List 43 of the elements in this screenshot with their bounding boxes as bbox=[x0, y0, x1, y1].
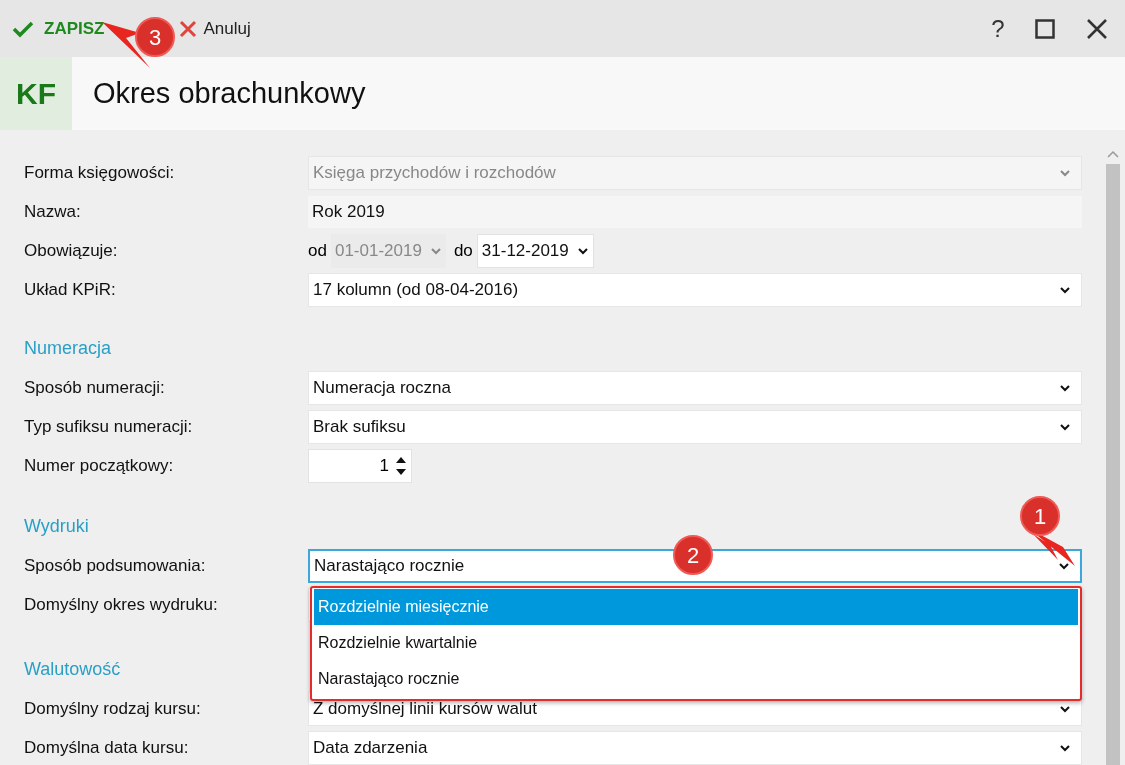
field-label: Sposób podsumowania: bbox=[24, 554, 207, 577]
section-heading: Numeracja bbox=[24, 337, 112, 360]
field-label: Typ sufiksu numeracji: bbox=[24, 415, 194, 438]
field-label: Sposób numeracji: bbox=[24, 376, 166, 399]
help-button[interactable]: ? bbox=[983, 10, 1013, 47]
chevron-down-icon bbox=[1059, 383, 1071, 392]
chevron-down-icon bbox=[429, 246, 442, 255]
range-prefix: od bbox=[308, 239, 327, 262]
close-icon[interactable] bbox=[1087, 18, 1107, 39]
chevron-down-icon bbox=[1059, 422, 1071, 431]
cancel-button[interactable]: Anuluj bbox=[179, 15, 251, 42]
scrollbar-thumb[interactable] bbox=[1105, 164, 1120, 765]
close-icon bbox=[179, 19, 198, 38]
module-badge: KF bbox=[0, 57, 72, 130]
maximize-icon[interactable] bbox=[1035, 18, 1055, 39]
section-heading: Wydruki bbox=[24, 515, 89, 538]
field-label: Forma księgowości: bbox=[24, 161, 176, 184]
date-field[interactable]: 31-12-2019 bbox=[476, 233, 594, 268]
field-label: Układ KPiR: bbox=[24, 278, 117, 301]
number-field[interactable]: 1 bbox=[308, 448, 412, 483]
chevron-down-icon bbox=[1058, 561, 1070, 570]
form-title: Okres obrachunkowy bbox=[93, 75, 366, 111]
chevron-down-icon bbox=[1059, 743, 1071, 752]
field-label: Domyślna data kursu: bbox=[24, 736, 190, 759]
field-label: Domyślny rodzaj kursu: bbox=[24, 697, 202, 720]
field-label: Nazwa: bbox=[24, 200, 82, 223]
field-label: Domyślny okres wydruku: bbox=[24, 593, 219, 616]
section-heading: Walutowość bbox=[24, 658, 121, 681]
select-field[interactable]: Numeracja roczna bbox=[308, 370, 1082, 405]
field-label: Numer początkowy: bbox=[24, 454, 175, 477]
chevron-down-icon bbox=[1059, 704, 1071, 713]
select-field[interactable]: Brak sufiksu bbox=[308, 409, 1082, 444]
callout-marker: 2 bbox=[673, 535, 713, 575]
chevron-down-icon bbox=[1059, 168, 1071, 177]
text-field[interactable]: Rok 2019 bbox=[308, 195, 1082, 228]
chevron-down-icon bbox=[576, 246, 589, 255]
range-prefix: do bbox=[453, 239, 473, 262]
field-label: Obowiązuje: bbox=[24, 239, 119, 262]
select-field[interactable]: 17 kolumn (od 08-04-2016) bbox=[308, 272, 1082, 307]
select-field[interactable]: Data zdarzenia bbox=[308, 730, 1082, 765]
save-button[interactable]: ZAPISZ bbox=[12, 15, 105, 42]
chevron-down-icon bbox=[1059, 285, 1071, 294]
check-icon bbox=[12, 19, 34, 38]
